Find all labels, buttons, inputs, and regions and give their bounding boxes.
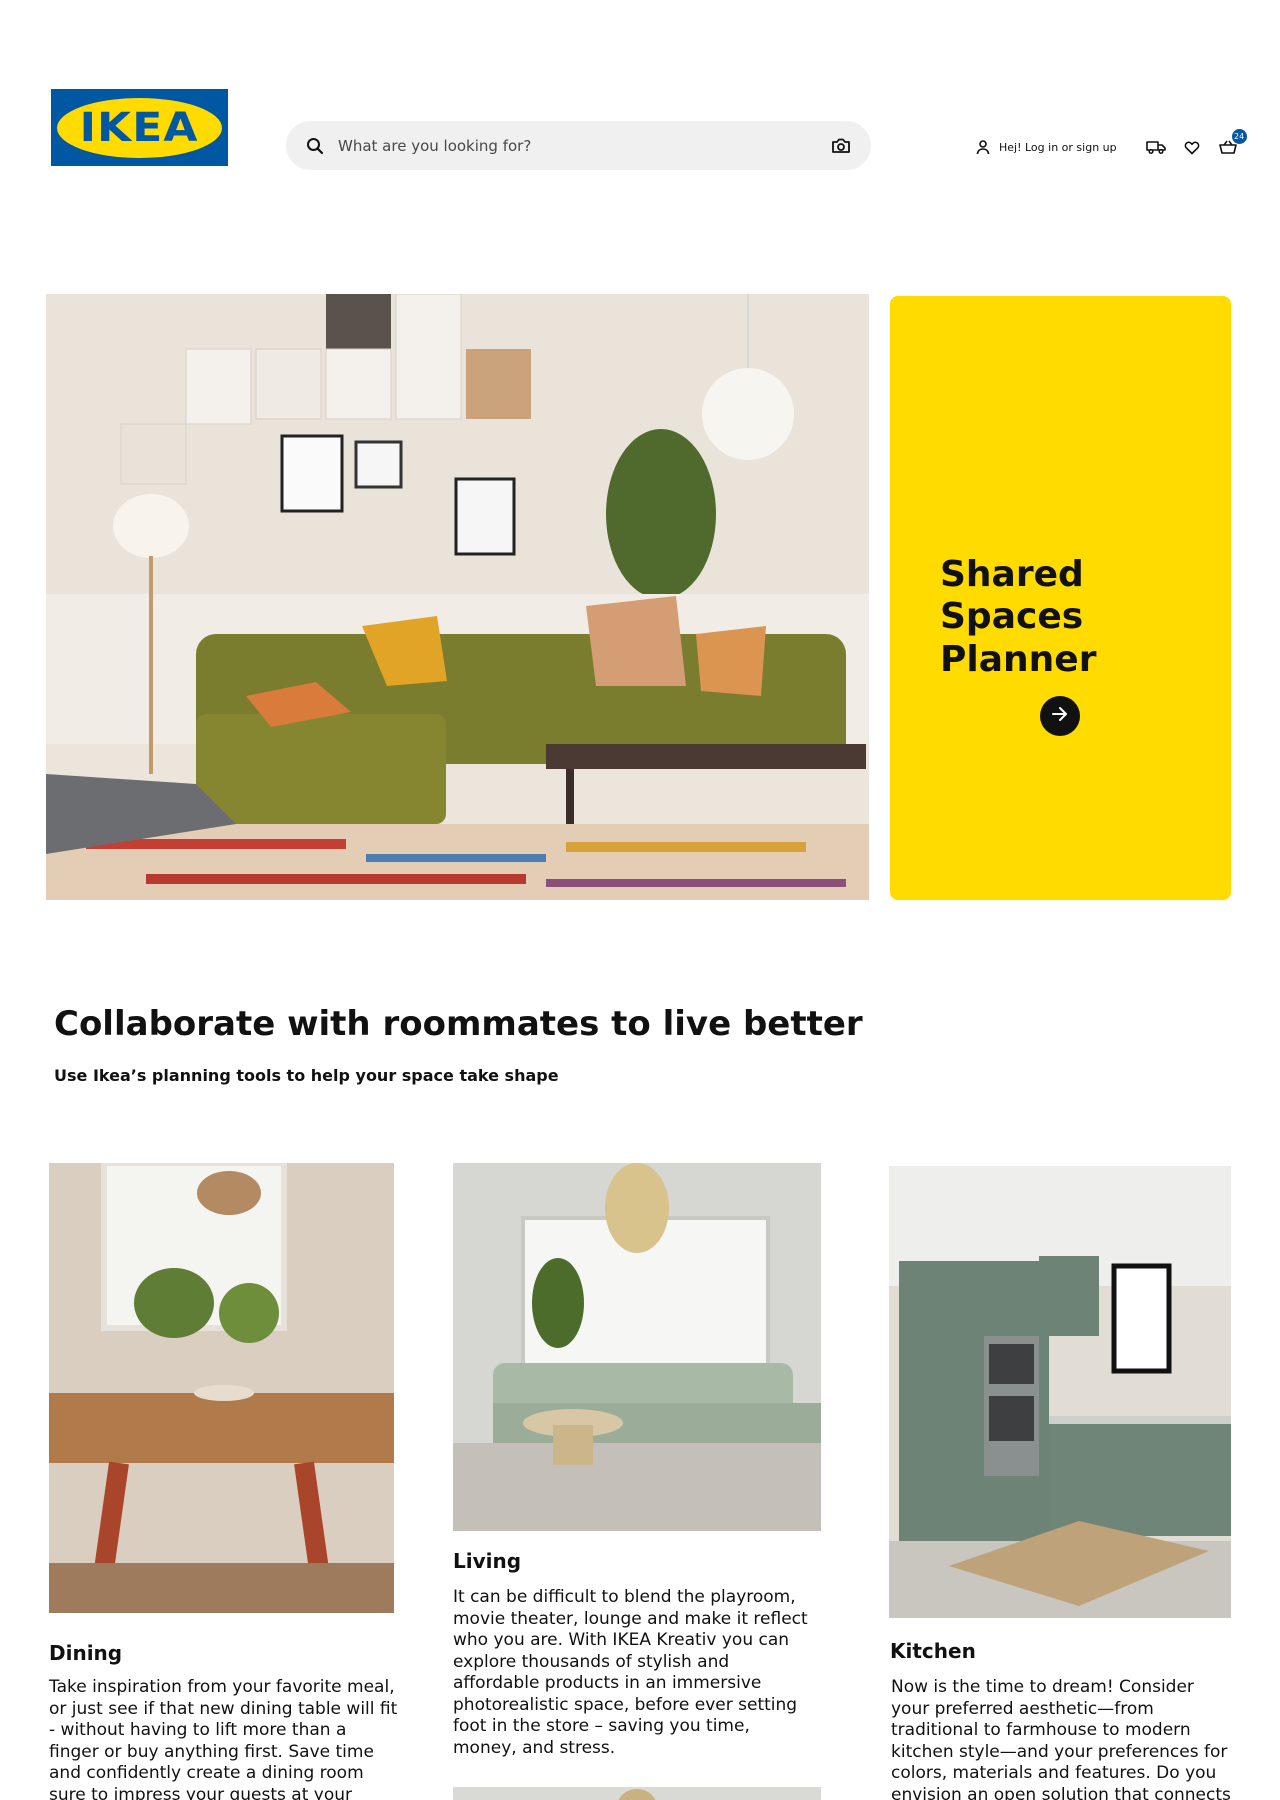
card-title[interactable]: Kitchen [890, 1639, 976, 1663]
header-actions: Hej! Log in or sign up 24 [975, 129, 1247, 158]
living-card[interactable]: Living It can be difficult to blend the … [453, 1163, 821, 1800]
delivery-truck-icon[interactable] [1145, 136, 1167, 158]
search-input[interactable] [338, 136, 829, 155]
section-subtitle: Use Ikea’s planning tools to help your s… [54, 1066, 559, 1085]
card-description: Take inspiration from your favorite meal… [49, 1677, 398, 1800]
card-description: It can be difficult to blend the playroo… [453, 1587, 808, 1759]
user-icon [975, 139, 991, 155]
logo-oval: IKEA [57, 97, 222, 158]
promo-title: Shared Spaces Planner [940, 554, 1097, 680]
card-title[interactable]: Dining [49, 1641, 122, 1665]
living-room-secondary-image [453, 1787, 821, 1800]
search-icon[interactable] [304, 135, 326, 157]
shared-spaces-planner-card[interactable]: Shared Spaces Planner [890, 296, 1231, 900]
arrow-right-icon [1051, 706, 1069, 726]
login-link[interactable]: Hej! Log in or sign up [975, 139, 1117, 155]
logo-text: IKEA [79, 104, 199, 151]
shopping-cart-icon[interactable]: 24 [1217, 129, 1247, 158]
ikea-logo[interactable]: IKEA [51, 89, 228, 166]
card-description: Now is the time to dream! Consider your … [891, 1677, 1231, 1800]
cart-count-badge: 24 [1231, 129, 1247, 144]
kitchen-card[interactable]: Kitchen Now is the time to dream! Consid… [889, 1166, 1231, 1800]
heart-icon[interactable] [1181, 136, 1203, 158]
promo-arrow-button[interactable] [1040, 696, 1080, 736]
kitchen-image [889, 1166, 1231, 1618]
section-title: Collaborate with roommates to live bette… [54, 1004, 863, 1044]
login-label: Hej! Log in or sign up [999, 140, 1117, 154]
card-title[interactable]: Living [453, 1549, 521, 1573]
hero-living-room-image [46, 294, 869, 900]
dining-room-image [49, 1163, 394, 1613]
living-room-image [453, 1163, 821, 1531]
search-bar[interactable] [286, 121, 871, 170]
camera-icon[interactable] [829, 134, 853, 158]
dining-card[interactable]: Dining Take inspiration from your favori… [49, 1163, 397, 1800]
